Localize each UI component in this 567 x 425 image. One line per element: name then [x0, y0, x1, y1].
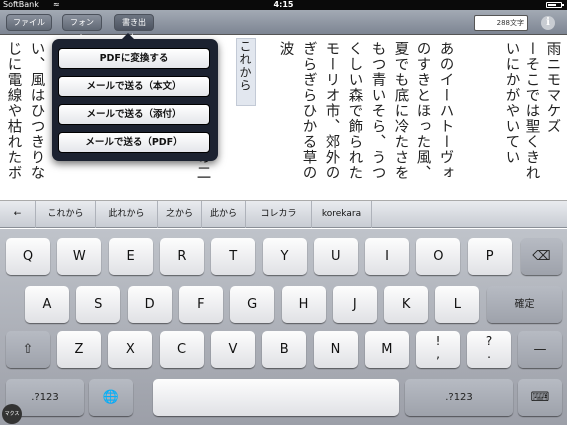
key-a[interactable]: A [25, 286, 69, 323]
text-column: のすきとほった風、 [414, 41, 431, 181]
candidate-back-button[interactable]: ← [0, 201, 36, 228]
key-period: . [487, 347, 491, 361]
text-column: もつ青いそら、うつ [369, 41, 386, 181]
file-button[interactable]: ファイル [6, 14, 52, 31]
globe-icon[interactable]: 🌐 [89, 379, 133, 416]
key-m[interactable]: M [364, 331, 409, 368]
text-column: ぎらぎらひかる草の [300, 41, 317, 181]
pdf-convert-item[interactable]: PDFに変換する [58, 48, 210, 69]
space-key[interactable] [153, 379, 399, 416]
key-question-period[interactable]: ?. [467, 331, 511, 368]
key-f[interactable]: F [178, 286, 223, 323]
key-question: ? [485, 334, 493, 348]
key-g[interactable]: G [230, 286, 275, 323]
export-menu: PDFに変換する メールで送る（本文） メールで送る（添付） メールで送る（PD… [52, 33, 218, 161]
key-l[interactable]: L [435, 286, 480, 323]
key-t[interactable]: T [211, 238, 256, 275]
text-column: じに電線や枯れたボ [5, 41, 22, 181]
key-c[interactable]: C [159, 331, 204, 368]
toolbar: ファイル フォント 書き出し 288文字 i [0, 10, 567, 42]
key-q[interactable]: Q [6, 238, 50, 275]
text-column: 夏でも底に冷たさを [392, 41, 409, 181]
text-column: モーリオ市、郊外の [323, 41, 340, 181]
key-comma: , [436, 347, 440, 361]
text-column: ーそこでは聖くきれ [523, 41, 540, 181]
key-i[interactable]: I [365, 238, 410, 275]
key-n[interactable]: N [313, 331, 358, 368]
dash-key[interactable]: — [518, 331, 562, 368]
numbers-key[interactable]: .?123 [405, 379, 513, 416]
key-s[interactable]: S [76, 286, 121, 323]
hide-keyboard-icon[interactable]: ⌨ [518, 379, 562, 416]
key-p[interactable]: P [467, 238, 512, 275]
site-logo: マクス [2, 404, 22, 424]
info-icon[interactable]: i [541, 16, 555, 30]
key-j[interactable]: J [332, 286, 377, 323]
key-y[interactable]: Y [262, 238, 307, 275]
key-b[interactable]: B [262, 331, 307, 368]
candidate-item[interactable]: korekara [312, 201, 372, 228]
mail-body-item[interactable]: メールで送る（本文） [58, 76, 210, 97]
text-column: 波 [277, 41, 294, 57]
status-bar: SoftBank ≈ 4:15 [0, 0, 567, 10]
key-o[interactable]: O [416, 238, 461, 275]
key-h[interactable]: H [281, 286, 326, 323]
text-column: くしい森で飾られた [346, 41, 363, 181]
candidate-item[interactable]: コレカラ [246, 201, 312, 228]
mail-attach-item[interactable]: メールで送る（添付） [58, 104, 210, 125]
text-column: い、風はひつきりな [28, 41, 45, 181]
enter-key[interactable]: 確定 [487, 286, 562, 323]
candidate-item[interactable]: 此れから [96, 201, 158, 228]
key-e[interactable]: E [108, 238, 153, 275]
key-k[interactable]: K [384, 286, 429, 323]
char-count: 288文字 [474, 15, 528, 31]
composition-text: これから [238, 40, 252, 92]
shift-key[interactable]: ⇧ [6, 331, 50, 368]
key-exclaim-comma[interactable]: !, [416, 331, 460, 368]
mail-pdf-item[interactable]: メールで送る（PDF） [58, 132, 210, 153]
candidate-item[interactable]: これから [36, 201, 96, 228]
key-u[interactable]: U [313, 238, 358, 275]
key-d[interactable]: D [127, 286, 172, 323]
text-column: あのイーハトーヴォ [437, 41, 454, 181]
key-z[interactable]: Z [57, 331, 101, 368]
candidate-item[interactable]: 之から [158, 201, 202, 228]
text-column: いにかがやいてい [503, 41, 520, 165]
text-column: 雨ニモマケズ [544, 41, 561, 134]
backspace-key[interactable]: ⌫ [521, 238, 562, 275]
key-v[interactable]: V [210, 331, 255, 368]
export-button[interactable]: 書き出し [114, 14, 154, 42]
battery-icon [546, 2, 564, 8]
keyboard: Q W E R T Y U I O P ⌫ A S D F G H J K L 確定 ⇧ Z X C V B N M!,?. — .?123… [0, 229, 567, 425]
key-r[interactable]: R [159, 238, 204, 275]
candidate-item[interactable]: 此から [202, 201, 246, 228]
clock: 4:15 [273, 0, 294, 9]
candidate-bar: ← これから 此れから 之から 此から コレカラ korekara [0, 200, 567, 228]
key-x[interactable]: X [108, 331, 153, 368]
key-exclaim: ! [435, 334, 441, 348]
font-button[interactable]: フォント [62, 14, 102, 42]
key-w[interactable]: W [57, 238, 102, 275]
